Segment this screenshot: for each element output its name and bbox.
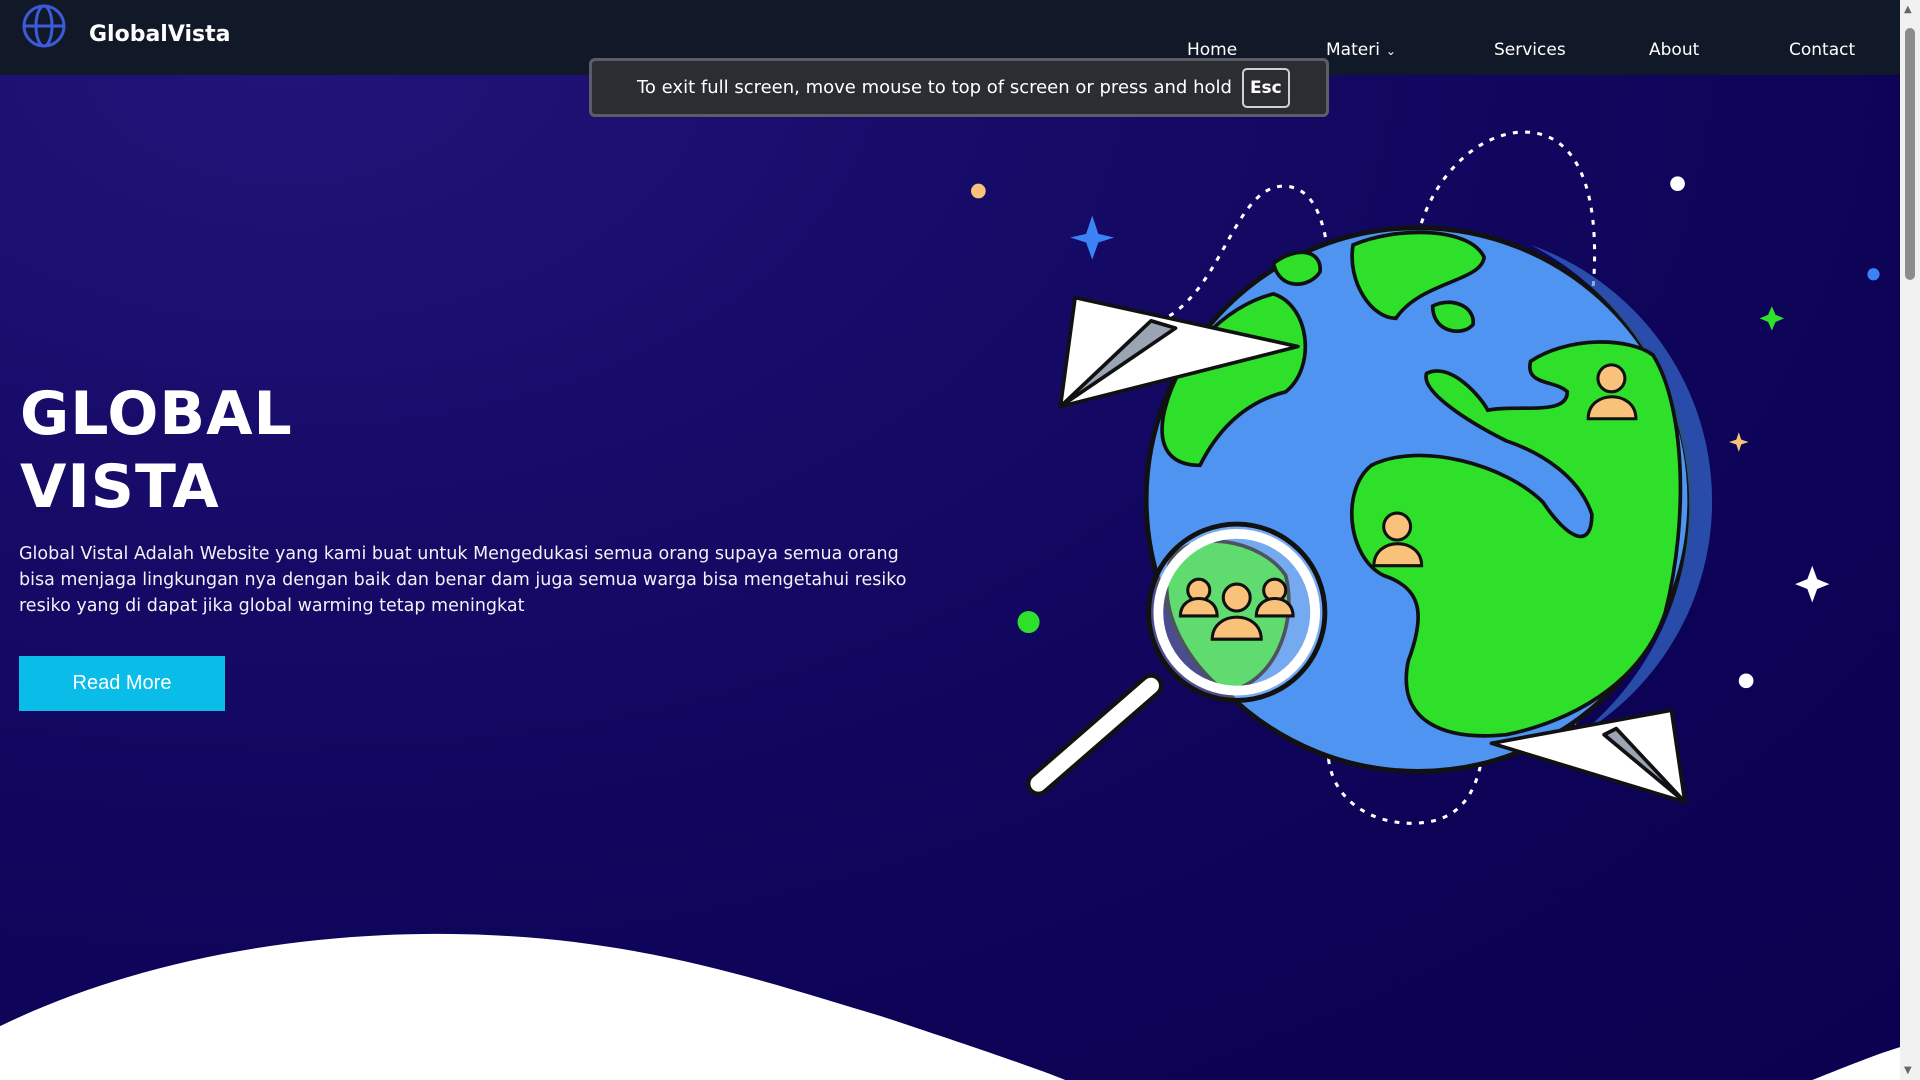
nav-materi-label: Materi	[1326, 40, 1380, 60]
globe-logo-icon[interactable]	[22, 4, 66, 48]
bottom-wave-right	[1812, 1046, 1901, 1080]
hero-title-line2: VISTA	[20, 452, 220, 522]
scroll-up-icon[interactable]: ▲	[1904, 4, 1912, 15]
fullscreen-toast: To exit full screen, move mouse to top o…	[589, 58, 1329, 117]
nav-services[interactable]: Services	[1494, 40, 1566, 60]
nav-materi[interactable]: Materi ⌄	[1326, 40, 1396, 60]
scrollbar-thumb[interactable]	[1905, 28, 1915, 280]
brand-name[interactable]: GlobalVista	[89, 22, 231, 47]
vertical-scrollbar[interactable]: ▲ ▼	[1900, 0, 1920, 1080]
toast-message: To exit full screen, move mouse to top o…	[637, 77, 1232, 98]
nav-contact[interactable]: Contact	[1789, 40, 1855, 60]
magnifier-icon	[1026, 521, 1328, 796]
scroll-down-icon[interactable]: ▼	[1904, 1065, 1912, 1076]
read-more-button[interactable]: Read More	[19, 656, 225, 711]
bottom-wave	[0, 933, 1066, 1080]
hero-illustration	[0, 130, 1901, 1080]
hero-title: GLOBAL VISTA	[20, 378, 293, 524]
esc-key-badge: Esc	[1241, 67, 1290, 108]
nav-about[interactable]: About	[1649, 40, 1699, 60]
hero-description: Global Vistal Adalah Website yang kami b…	[19, 544, 907, 616]
hero-title-line1: GLOBAL	[20, 379, 293, 449]
nav-home[interactable]: Home	[1187, 40, 1237, 60]
chevron-down-icon: ⌄	[1385, 44, 1396, 58]
